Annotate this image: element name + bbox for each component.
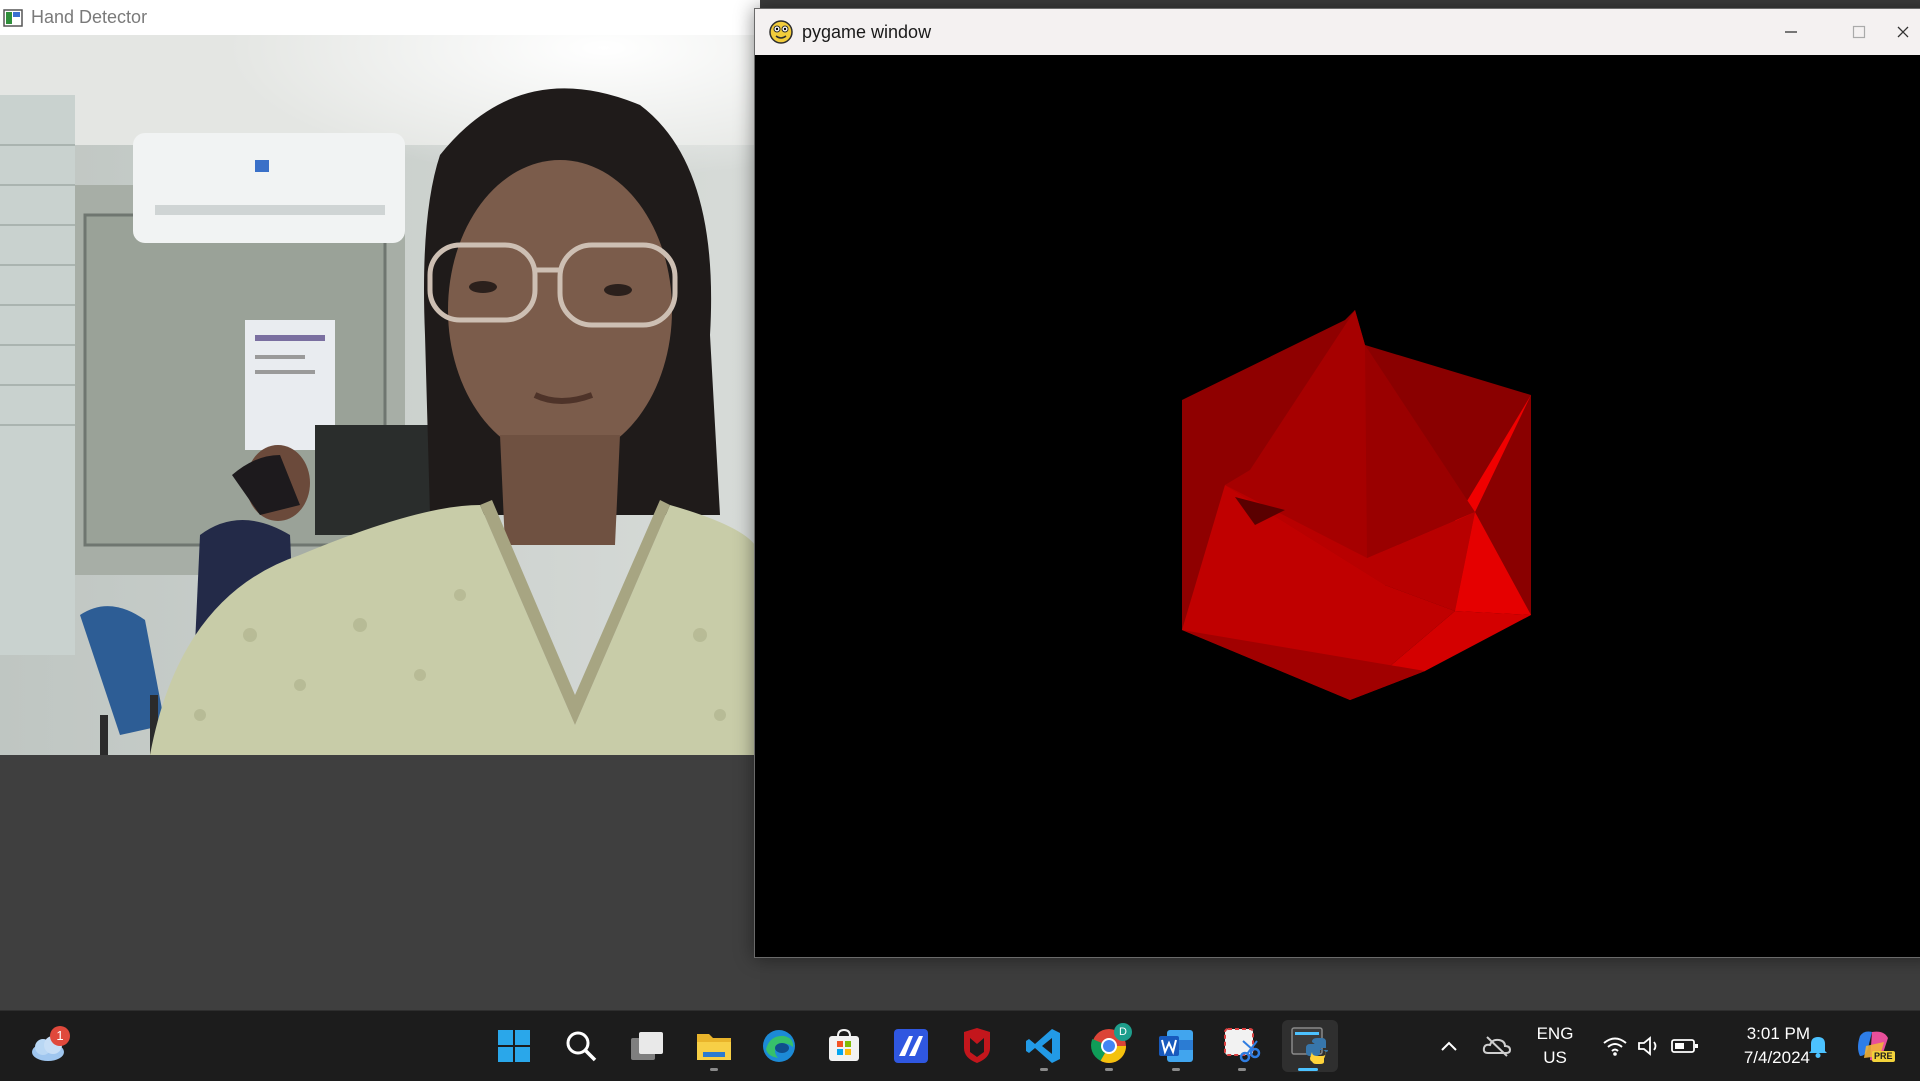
pygame-window[interactable]: pygame window <box>754 8 1920 958</box>
python-icon <box>1291 1027 1328 1064</box>
start-button[interactable] <box>488 1020 540 1072</box>
copilot-button[interactable]: PRE <box>1852 1029 1896 1063</box>
running-indicator <box>1172 1068 1180 1071</box>
word-icon <box>1159 1030 1193 1062</box>
snipping-tool-button[interactable] <box>1216 1020 1268 1072</box>
task-view-button[interactable] <box>621 1020 673 1072</box>
quick-settings-button[interactable] <box>1596 1023 1706 1069</box>
onedrive-offline-icon <box>1482 1036 1512 1057</box>
pygame-canvas[interactable] <box>755 55 1920 955</box>
minimize-icon <box>1785 31 1797 33</box>
copilot-preview-badge: PRE <box>1872 1051 1895 1062</box>
maximize-icon <box>1852 25 1866 39</box>
bell-icon <box>1809 1037 1827 1058</box>
app-a-icon <box>894 1029 928 1063</box>
running-indicator <box>1105 1068 1113 1071</box>
vscode-button[interactable] <box>1018 1020 1070 1072</box>
hand-detector-title: Hand Detector <box>31 7 148 27</box>
edge-icon <box>763 1030 795 1062</box>
edge-button[interactable] <box>753 1020 805 1072</box>
show-hidden-icons-button[interactable] <box>1432 1029 1466 1063</box>
folder-icon <box>697 1034 731 1060</box>
hand-detector-titlebar[interactable]: Hand Detector <box>0 0 760 35</box>
pygame-titlebar[interactable]: pygame window <box>755 9 1920 55</box>
running-indicator <box>1040 1068 1048 1071</box>
store-icon <box>829 1028 859 1061</box>
mcafee-shield-icon <box>964 1028 990 1063</box>
language-indicator[interactable]: ENG US <box>1525 1023 1585 1069</box>
minimize-button[interactable] <box>1757 9 1825 55</box>
notifications-button[interactable] <box>1801 1029 1835 1063</box>
wifi-icon <box>1598 1029 1632 1063</box>
clock-button[interactable]: 3:01 PM 7/4/2024 <box>1710 1023 1810 1069</box>
windows-icon <box>498 1030 530 1062</box>
file-explorer-button[interactable] <box>688 1020 740 1072</box>
mcafee-button[interactable] <box>951 1020 1003 1072</box>
word-button[interactable] <box>1150 1020 1202 1072</box>
active-indicator <box>1298 1068 1318 1071</box>
app-a-button[interactable] <box>885 1020 937 1072</box>
task-view-icon <box>631 1032 663 1060</box>
clock-date: 7/4/2024 <box>1743 1048 1810 1067</box>
microsoft-store-button[interactable] <box>818 1020 870 1072</box>
battery-icon <box>1668 1029 1702 1063</box>
chevron-up-icon <box>1441 1041 1457 1051</box>
language-code: ENG <box>1536 1024 1574 1043</box>
weather-notification-badge: 1 <box>50 1026 70 1046</box>
maximize-button[interactable] <box>1825 9 1893 55</box>
python-button[interactable] <box>1282 1020 1338 1072</box>
vscode-icon <box>1026 1029 1060 1063</box>
chrome-button[interactable]: D <box>1083 1020 1135 1072</box>
keyboard-layout: US <box>1543 1048 1567 1067</box>
hand-detector-window[interactable]: Hand Detector <box>0 0 760 1010</box>
search-icon <box>566 1031 597 1062</box>
red-polyhedron-render <box>1182 310 1531 700</box>
onedrive-button[interactable] <box>1480 1029 1514 1063</box>
running-indicator <box>710 1068 718 1071</box>
close-icon <box>1897 26 1909 38</box>
weather-widget[interactable]: 1 <box>22 1020 74 1072</box>
running-indicator <box>1238 1068 1246 1071</box>
clock-time: 3:01 PM <box>1746 1024 1810 1043</box>
volume-icon <box>1632 1029 1666 1063</box>
webcam-feed <box>0 35 755 755</box>
chrome-profile-badge: D <box>1114 1023 1132 1041</box>
pygame-snake-icon <box>768 19 794 45</box>
snipping-tool-icon <box>1224 1028 1261 1063</box>
search-button[interactable] <box>555 1020 607 1072</box>
pygame-title: pygame window <box>802 21 932 42</box>
close-button[interactable] <box>1885 9 1920 55</box>
opencv-window-icon <box>3 8 23 27</box>
taskbar: 1 D ENG US 3:01 PM 7/4/2024 PRE <box>0 1010 1920 1081</box>
